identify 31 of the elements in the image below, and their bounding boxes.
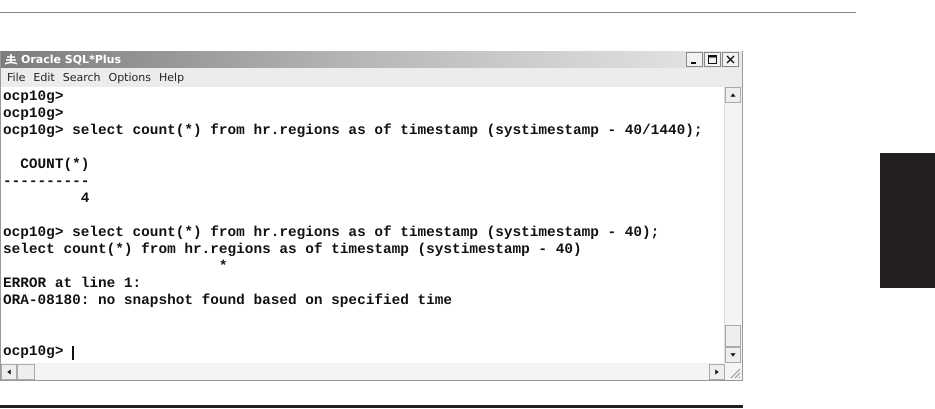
menu-item[interactable]: Edit [29,71,59,84]
horizontal-scrollbar[interactable] [1,363,742,380]
menu-item[interactable]: Help [154,71,188,84]
console-line: 4 [80,191,90,207]
console-line: ORA-08180: no snapshot found based on specified time [3,293,452,309]
text-cursor [72,346,74,360]
scroll-right-icon[interactable] [709,364,725,380]
close-icon[interactable] [722,52,739,67]
menu-item[interactable]: Search [58,71,105,84]
console-line: COUNT(*) [19,157,90,173]
scroll-down-icon[interactable] [725,347,741,363]
window-title: Oracle SQL*Plus [21,53,122,66]
app-icon [4,53,18,66]
menu-item[interactable]: File [3,71,30,84]
command-prompt: ocp10g> [3,344,64,361]
minimize-icon[interactable] [686,52,703,67]
console-line: ocp10g> select count(*) from hr.regions as of timestamp (systimestamp - 40); [3,225,660,241]
console-line: ---------- [3,174,90,190]
maximize-icon[interactable] [704,52,721,67]
scroll-up-icon[interactable] [725,87,741,103]
console-line: ocp10g> [3,89,64,105]
console-line: ocp10g> select count(*) from hr.regions as of timestamp (systimestamp - 40/1440); [3,123,702,139]
menu-item[interactable]: Options [104,71,155,84]
console-line: * [218,259,228,275]
scroll-left-icon[interactable] [1,364,17,380]
scroll-thumb[interactable] [725,325,741,347]
console-line: ocp10g> [3,106,64,122]
vertical-scrollbar[interactable] [724,87,742,363]
console-line: select count(*) from hr.regions as of timestamp (systimestamp - 40) [3,242,582,258]
scroll-thumb[interactable] [17,364,35,380]
console-line: ERROR at line 1: [3,276,142,292]
